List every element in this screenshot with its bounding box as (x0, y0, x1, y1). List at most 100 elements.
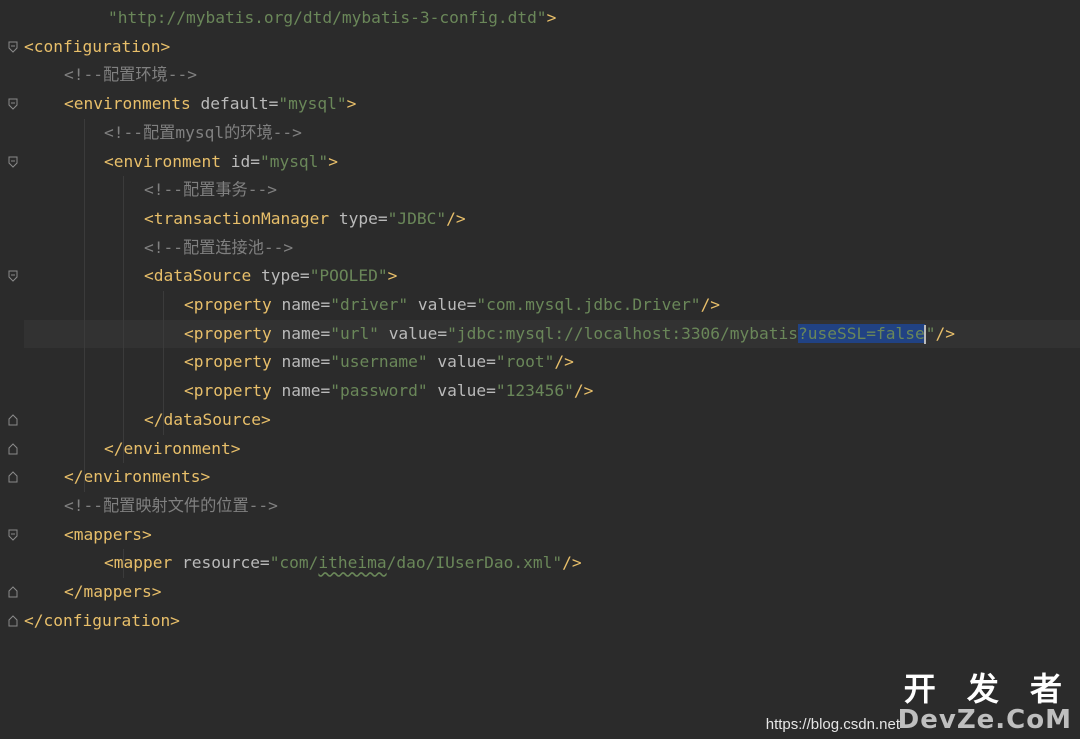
code-editor[interactable]: "http://mybatis.org/dtd/mybatis-3-config… (0, 0, 1080, 739)
fold-collapse-icon[interactable] (8, 270, 18, 283)
fold-collapse-icon[interactable] (8, 41, 18, 53)
code-token: <environments (64, 94, 201, 114)
code-line-current[interactable]: <property name="url" value="jdbc:mysql:/… (24, 319, 1080, 349)
code-token: "password" (330, 381, 438, 401)
code-token: name= (281, 295, 331, 314)
code-line[interactable]: <dataSource type="POOLED"> (24, 262, 1080, 291)
code-token: > (328, 151, 338, 171)
code-line[interactable]: </dataSource> (24, 406, 1080, 435)
code-token: <configuration> (24, 36, 171, 56)
indent-guide (123, 549, 124, 578)
code-line[interactable]: <property name="password" value="123456"… (24, 377, 1080, 406)
code-token: "com/ (269, 553, 319, 573)
code-token: <property (184, 323, 282, 343)
code-token: > (387, 266, 398, 286)
fold-collapse-icon[interactable] (8, 156, 18, 168)
code-token: value= (437, 381, 496, 401)
code-token: "mysql" (259, 151, 329, 171)
code-line[interactable]: </mappers> (24, 578, 1080, 607)
indent-guide (123, 176, 124, 464)
fold-end-icon[interactable] (8, 614, 18, 627)
fold-end-icon[interactable] (8, 442, 18, 455)
code-token: /> (554, 352, 574, 372)
indent-guide (163, 291, 164, 435)
watermark-brand: 开 发 者 (903, 670, 1072, 708)
code-token: </environment> (104, 438, 241, 458)
code-token: "jdbc:mysql://localhost:3306/mybatis (447, 323, 799, 343)
code-line[interactable]: "http://mybatis.org/dtd/mybatis-3-config… (24, 4, 1080, 33)
code-token: resource= (181, 553, 270, 573)
code-token: <!--配置环境--> (64, 65, 197, 85)
code-line[interactable]: </environments> (24, 463, 1080, 492)
code-line[interactable]: <environment id="mysql"> (24, 148, 1080, 177)
code-line[interactable]: <!--配置事务--> (24, 176, 1080, 205)
fold-end-icon[interactable] (8, 414, 18, 426)
code-token: <mapper (104, 553, 182, 573)
code-token: id= (230, 151, 260, 171)
code-token: "POOLED" (309, 266, 388, 286)
code-line[interactable]: <!--配置映射文件的位置--> (24, 492, 1080, 521)
code-token: "http://mybatis.org/dtd/mybatis-3-config… (108, 8, 547, 27)
code-token: name= (281, 323, 331, 343)
code-token: "mysql" (278, 94, 347, 114)
code-token: name= (281, 352, 331, 372)
code-token: <!--配置事务--> (144, 180, 277, 200)
code-token: <transactionManager (144, 208, 339, 228)
code-token: > (346, 94, 357, 114)
code-line[interactable]: <configuration> (24, 33, 1080, 62)
code-line[interactable]: <property name="driver" value="com.mysql… (24, 291, 1080, 320)
code-token: <property (184, 352, 282, 372)
code-token: <property (184, 381, 282, 401)
fold-collapse-icon[interactable] (8, 529, 18, 541)
code-token: value= (417, 295, 477, 314)
code-line[interactable]: <!--配置连接池--> (24, 234, 1080, 263)
code-token: type= (338, 208, 388, 228)
code-token: /> (700, 295, 721, 314)
code-token: > (546, 8, 557, 27)
code-token: "root" (495, 352, 555, 372)
code-area[interactable]: "http://mybatis.org/dtd/mybatis-3-config… (24, 0, 1080, 739)
code-token: /> (573, 381, 594, 401)
watermark-url: https://blog.csdn.net (765, 716, 900, 733)
code-line[interactable]: </configuration> (24, 607, 1080, 636)
code-line[interactable]: <mapper resource="com/itheima/dao/IUserD… (24, 549, 1080, 578)
code-token: itheima (318, 553, 387, 573)
code-line[interactable]: <transactionManager type="JDBC"/> (24, 205, 1080, 234)
code-token: "url" (330, 323, 389, 343)
code-line[interactable]: <!--配置环境--> (24, 61, 1080, 90)
code-token: "123456" (495, 381, 574, 401)
code-token: "JDBC" (387, 208, 447, 228)
watermark-site: DevZe.CoM (897, 705, 1072, 735)
code-token: default= (200, 94, 279, 114)
code-line[interactable]: <property name="username" value="root"/> (24, 348, 1080, 377)
code-token: <environment (104, 151, 231, 171)
watermark-logo: 开 发 者 DevZe.CoM (898, 671, 1072, 733)
code-token: value= (437, 352, 496, 372)
code-token: /> (446, 208, 466, 228)
code-token: name= (281, 381, 331, 401)
code-line[interactable]: <!--配置mysql的环境--> (24, 119, 1080, 148)
code-token: /> (935, 323, 955, 343)
code-token: "username" (330, 352, 438, 372)
code-token: type= (260, 266, 310, 286)
indent-guide (84, 118, 85, 492)
code-token: <property (184, 295, 282, 314)
fold-collapse-icon[interactable] (8, 98, 18, 110)
code-token: /dao/IUserDao.xml" (386, 553, 563, 573)
code-line[interactable]: <mappers> (24, 521, 1080, 550)
editor-gutter (0, 0, 24, 739)
code-token: <!--配置映射文件的位置--> (64, 495, 278, 515)
code-line[interactable]: <environments default="mysql"> (24, 90, 1080, 119)
code-token: </configuration> (24, 610, 180, 630)
code-token: <!--配置连接池--> (144, 237, 294, 257)
selected-text: ?useSSL=false (798, 323, 925, 343)
code-token: <!--配置mysql的环境--> (104, 122, 302, 142)
fold-end-icon[interactable] (8, 586, 18, 598)
fold-end-icon[interactable] (8, 471, 18, 483)
code-token: /> (562, 553, 582, 573)
code-token: <mappers> (64, 524, 152, 544)
code-token: </mappers> (64, 582, 162, 601)
code-line[interactable]: </environment> (24, 435, 1080, 464)
code-token: </environments> (64, 467, 211, 487)
code-token: "driver" (330, 295, 418, 314)
